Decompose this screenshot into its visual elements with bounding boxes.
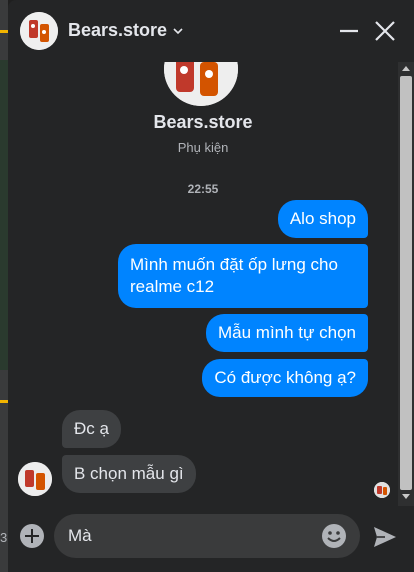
add-icon[interactable] — [20, 524, 44, 548]
chevron-down-icon — [173, 27, 183, 34]
message-list[interactable]: Bears.store Phụ kiện 22:55 Alo shop Mình… — [8, 62, 398, 506]
sender-avatar[interactable] — [18, 462, 52, 496]
profile-name: Bears.store — [153, 112, 253, 132]
close-icon[interactable] — [374, 20, 396, 42]
scrollbar[interactable] — [398, 62, 414, 506]
chat-window: Bears.store Bears.store Phụ kiện 22:55 A… — [8, 0, 414, 572]
profile-subtitle: Phụ kiện — [177, 140, 229, 155]
background-accent — [0, 400, 8, 403]
composer: Mà — [8, 506, 414, 572]
incoming-message[interactable]: Đc ạ — [62, 410, 121, 448]
chat-title-button[interactable]: Bears.store — [68, 20, 183, 41]
chat-header: Bears.store — [8, 0, 414, 62]
background-text: 3 — [0, 530, 8, 545]
minimize-icon[interactable] — [338, 20, 360, 42]
send-icon[interactable] — [372, 524, 398, 550]
background-strip: 3 — [0, 0, 8, 572]
avatar[interactable] — [20, 12, 58, 50]
outgoing-message[interactable]: Mình muốn đặt ốp lưng cho realme c12 — [118, 244, 368, 308]
background-accent — [0, 30, 8, 33]
timestamp: 22:55 — [187, 182, 219, 196]
scroll-thumb[interactable] — [400, 76, 412, 490]
emoji-icon[interactable] — [320, 522, 348, 550]
outgoing-message[interactable]: Mẫu mình tự chọn — [205, 314, 368, 352]
outgoing-message[interactable]: Alo shop — [277, 200, 368, 238]
scroll-up-icon[interactable] — [402, 66, 410, 71]
scroll-down-icon[interactable] — [402, 494, 410, 499]
background-panel — [0, 60, 8, 370]
outgoing-message[interactable]: Có được không ạ? — [202, 359, 368, 397]
page-title: Bears.store — [68, 20, 168, 40]
message-input[interactable]: Mà — [54, 514, 360, 558]
seen-indicator-avatar — [374, 482, 390, 498]
profile-avatar[interactable] — [164, 62, 238, 106]
incoming-message[interactable]: B chọn mẫu gì — [62, 455, 196, 493]
